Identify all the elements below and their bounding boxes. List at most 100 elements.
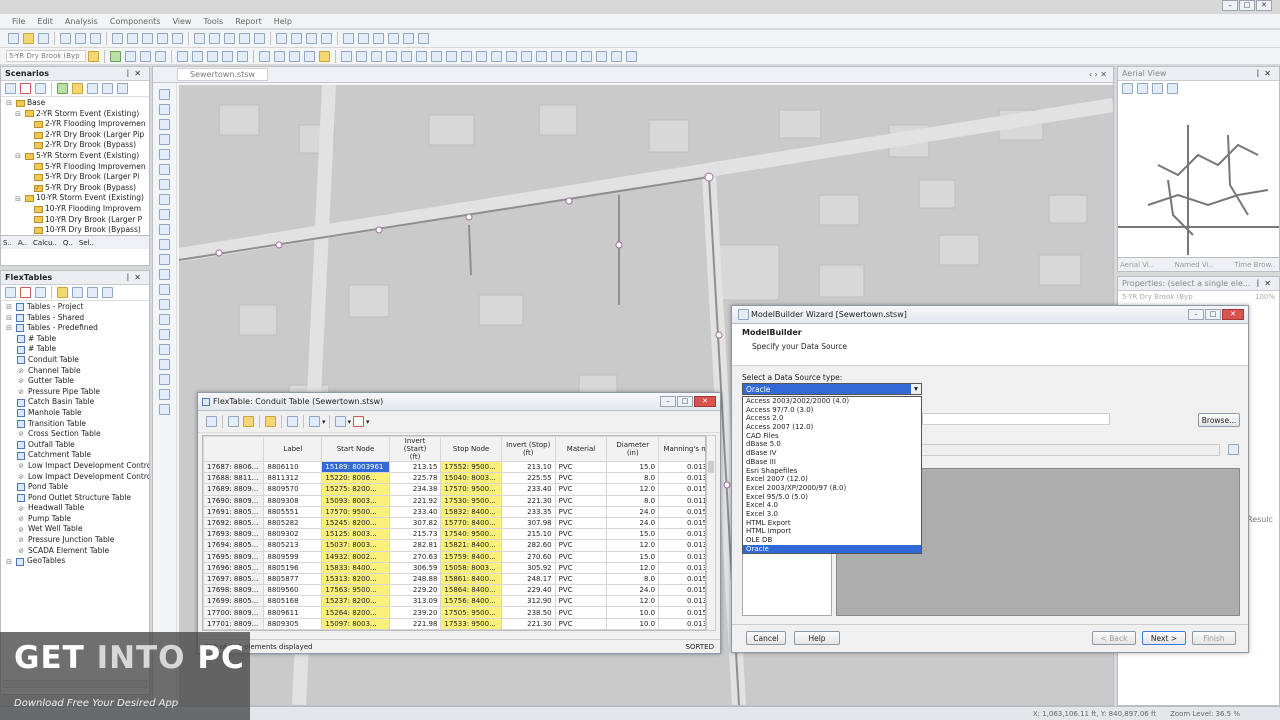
table-cell[interactable]: PVC [554, 550, 608, 563]
finish-button[interactable]: Finish [1192, 631, 1236, 645]
report-icon[interactable] [309, 416, 320, 427]
table-cell[interactable]: 12.0 [606, 595, 660, 608]
table-cell[interactable]: 215.73 [388, 528, 442, 541]
source-type-option[interactable]: dBase IV [743, 449, 921, 458]
flextable-item[interactable]: ⊘ Wet Well Table [5, 524, 149, 535]
scenario-item[interactable]: 2-YR Flooding Improvemen [5, 119, 149, 130]
tool-r-icon[interactable] [596, 50, 607, 62]
tab-aerial-view[interactable]: Aerial Vi.. [1120, 261, 1153, 269]
table-cell[interactable]: 305.92 [500, 561, 556, 574]
flextable-item[interactable]: Manhole Table [5, 408, 149, 419]
pane-pin-close-icon[interactable]: ᛁ✕ [1255, 69, 1275, 78]
new-scenario-icon[interactable] [5, 83, 16, 94]
table-cell[interactable]: 12.0 [606, 483, 660, 496]
table-row[interactable]: 17701: 8809... 8809305 15097: 8003... 221.9… [203, 617, 705, 630]
pane-pin-close-icon[interactable]: ᛁ✕ [1255, 279, 1275, 288]
table-cell[interactable]: 8.0 [606, 572, 660, 586]
compare-icon[interactable] [102, 83, 113, 94]
maximize-icon[interactable]: □ [677, 396, 693, 407]
table-row[interactable]: 17699: 8805... 8805168 15237: 8200... 313.0… [203, 595, 705, 608]
table-cell[interactable]: PVC [554, 472, 608, 485]
grid-icon[interactable] [291, 33, 302, 44]
new-icon[interactable] [8, 33, 19, 44]
filter-icon[interactable] [117, 83, 128, 94]
zoom-in-icon[interactable] [127, 33, 138, 44]
table-cell[interactable]: 17570: 9500... [440, 483, 502, 496]
table-cell[interactable]: 215.10 [500, 528, 556, 541]
expand-icon[interactable]: ⊟ [5, 558, 13, 566]
column-header[interactable]: Start Node [321, 436, 390, 462]
menu-report[interactable]: Report [235, 17, 262, 26]
table-cell[interactable]: 0.013 [658, 595, 705, 608]
measure-tool-icon[interactable] [289, 50, 300, 62]
delete-scenario-icon[interactable] [20, 83, 31, 94]
draw-tool-7-icon[interactable] [159, 179, 170, 190]
draw-tool-3-icon[interactable] [159, 119, 170, 130]
table-cell[interactable]: 15.0 [606, 460, 660, 474]
table-cell[interactable]: 229.20 [388, 584, 442, 597]
expand-icon[interactable] [23, 173, 31, 181]
flextable-item[interactable]: ⊘ SCADA Element Table [5, 546, 149, 557]
table-cell[interactable]: 0.013 [658, 528, 705, 541]
table-cell[interactable]: 17698: 8809... [203, 584, 265, 597]
table-cell[interactable]: 234.38 [388, 483, 442, 496]
table-cell[interactable]: 17689: 8809... [203, 483, 265, 496]
undo-icon[interactable] [75, 33, 86, 44]
table-cell[interactable]: 15864: 8400... [440, 584, 502, 597]
table-cell[interactable]: 17688: 8811... [203, 472, 265, 485]
table-cell[interactable]: 15264: 8200... [321, 606, 390, 619]
table-row[interactable]: 17696: 8805... 8805196 15833: 8400... 306.5… [203, 561, 705, 574]
draw-tool-16-icon[interactable] [159, 314, 170, 325]
flextable-item[interactable]: Pond Outlet Structure Table [5, 493, 149, 504]
tool-a-icon[interactable] [341, 50, 352, 62]
catch-basin-tool-icon[interactable] [207, 50, 218, 62]
draw-tool-14-icon[interactable] [159, 284, 170, 295]
menu-help[interactable]: Help [274, 17, 292, 26]
source-type-option[interactable]: Oracle [743, 544, 921, 553]
expand-icon[interactable] [23, 142, 31, 150]
document-close-icon[interactable]: ‹ › ✕ [1089, 70, 1107, 79]
properties-icon[interactable] [35, 83, 46, 94]
tool-l-icon[interactable] [506, 50, 517, 62]
table-cell[interactable]: PVC [554, 595, 608, 608]
draw-tool-2-icon[interactable] [159, 104, 170, 115]
table-cell[interactable]: 0.013 [658, 460, 705, 474]
channel-tool-icon[interactable] [222, 50, 233, 62]
draw-tool-6-icon[interactable] [159, 164, 170, 175]
flextable-item[interactable]: # Table [5, 344, 149, 355]
table-cell[interactable]: 8809308 [263, 494, 323, 507]
table-cell[interactable]: 307.98 [500, 516, 556, 530]
table-cell[interactable]: 312.90 [500, 595, 556, 608]
table-cell[interactable]: PVC [554, 572, 608, 586]
flextable-vscroll[interactable] [706, 435, 716, 631]
table-cell[interactable]: 0.011 [658, 494, 705, 507]
flextable-item[interactable]: # Table [5, 334, 149, 345]
table-cell[interactable]: 15125: 8003... [321, 528, 390, 541]
table-cell[interactable]: 8811312 [263, 472, 323, 485]
table-cell[interactable]: 239.20 [388, 606, 442, 619]
tool-q-icon[interactable] [581, 50, 592, 62]
expand-icon[interactable]: ⊟ [14, 110, 22, 118]
table-cell[interactable]: PVC [554, 617, 608, 630]
lasso-tool-icon[interactable] [274, 50, 285, 62]
find-icon[interactable] [287, 416, 298, 427]
zoom-icon[interactable] [1122, 82, 1133, 94]
layers-icon[interactable] [276, 33, 287, 44]
table-cell[interactable]: 17693: 8809... [203, 528, 265, 541]
column-header[interactable]: Manning's n [658, 436, 705, 462]
draw-tool-11-icon[interactable] [159, 239, 170, 250]
sync-icon[interactable] [87, 287, 98, 298]
zoom-to-icon[interactable] [334, 416, 346, 427]
menu-tools[interactable]: Tools [203, 17, 223, 26]
table-cell[interactable]: 233.35 [500, 505, 556, 518]
table-cell[interactable]: 0.015 [658, 584, 705, 597]
table-cell[interactable]: 8809305 [263, 617, 323, 630]
table-cell[interactable]: 8805877 [263, 572, 323, 586]
browse-button[interactable]: Browse... [1198, 413, 1240, 427]
make-current-icon[interactable] [57, 83, 68, 94]
flextable-item[interactable]: ⊘ Gutter Table [5, 376, 149, 387]
flextable-item[interactable]: ⊘ Pressure Pipe Table [5, 387, 149, 398]
scenario-item[interactable]: ⊟ 10-YR Storm Event (Existing) [5, 193, 149, 204]
expand-icon[interactable] [23, 216, 31, 224]
tool-o-icon[interactable] [551, 50, 562, 62]
